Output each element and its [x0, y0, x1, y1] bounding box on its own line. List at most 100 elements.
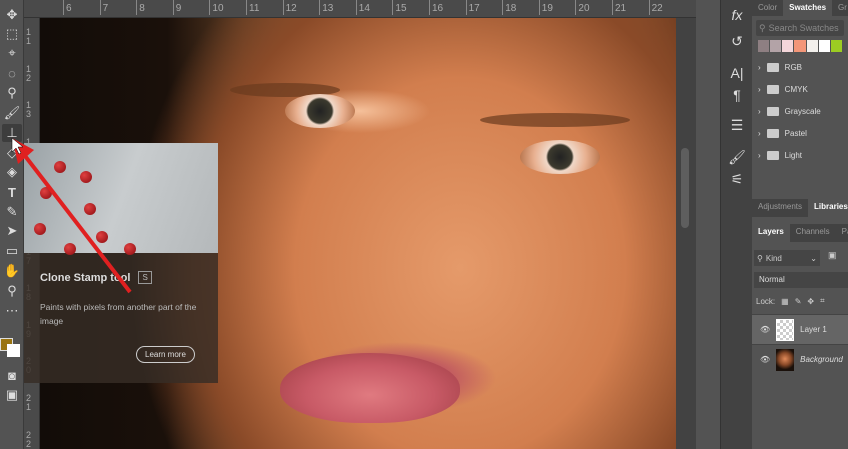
tools-panel: ✥ ⬚ ⌖ ◌ ⚲ 🖌 ⊥ ◇ ◈ T ✎ ➤ ▭ ✋ ⚲ ⋯ ◙ ▣	[0, 0, 24, 449]
background-color-swatch[interactable]	[7, 344, 20, 357]
tooltip-preview-image	[24, 143, 218, 255]
tab-libraries[interactable]: Libraries	[808, 199, 848, 217]
folder-icon	[766, 84, 779, 94]
tab-paths[interactable]: Pa	[836, 224, 848, 242]
swatch[interactable]	[818, 40, 830, 52]
swatch[interactable]	[830, 40, 842, 52]
folder-icon	[766, 150, 779, 160]
lock-transparency-icon[interactable]: ▦	[781, 297, 789, 306]
swatch-group-light[interactable]: › Light	[752, 144, 848, 166]
layer-row[interactable]: 👁 Layer 1	[752, 314, 848, 344]
pen-tool-icon[interactable]: ✎	[2, 203, 22, 221]
paragraph-icon[interactable]: ¶	[725, 84, 749, 106]
tab-color[interactable]: Color	[752, 0, 783, 16]
ruler-tick-label: 14	[355, 0, 370, 15]
move-tool-icon[interactable]: ✥	[2, 6, 22, 24]
layer-row[interactable]: 👁 Background	[752, 344, 848, 374]
swatches-search[interactable]: ⚲ Search Swatches	[756, 20, 844, 36]
tab-layers[interactable]: Layers	[752, 224, 790, 242]
layer-name: Background	[800, 355, 843, 364]
layer-name: Layer 1	[800, 325, 827, 334]
ruler-tick-label: 8	[136, 0, 145, 15]
ruler-tick-label: 15	[392, 0, 407, 15]
more-tools-icon[interactable]: ⋯	[2, 302, 22, 320]
ruler-tick-label: 20	[575, 0, 590, 15]
image-eye	[520, 140, 600, 174]
ruler-tick-label: 11	[245, 0, 260, 15]
folder-icon	[766, 62, 779, 72]
ruler-tick-label: 21	[611, 0, 627, 15]
vertical-scrollbar[interactable]	[676, 18, 696, 449]
visibility-eye-icon[interactable]: 👁	[760, 325, 770, 334]
swatch-group-pastel[interactable]: › Pastel	[752, 122, 848, 144]
fx-styles-icon[interactable]: fx	[725, 4, 749, 26]
clone-stamp-tool-icon[interactable]: ⊥	[2, 124, 22, 142]
lock-label: Lock:	[756, 296, 776, 306]
search-icon: ⚲	[759, 22, 766, 33]
tooltip-description: Paints with pixels from another part of …	[40, 302, 197, 326]
swatch-group-rgb[interactable]: › RGB	[752, 56, 848, 78]
swatch-group-cmyk[interactable]: › CMYK	[752, 78, 848, 100]
layer-filter-kind[interactable]: ⚲ Kind ⌄	[754, 250, 820, 266]
type-tool-icon[interactable]: T	[2, 183, 22, 201]
blend-mode-select[interactable]: Normal	[754, 272, 848, 288]
marquee-tool-icon[interactable]: ⬚	[2, 25, 22, 43]
filter-image-icon[interactable]: ▣	[828, 250, 837, 261]
quick-selection-tool-icon[interactable]: ◌	[2, 64, 22, 82]
ruler-tick-label: 22	[26, 429, 32, 449]
zoom-tool-icon[interactable]: ⚲	[2, 282, 22, 300]
panel-icon-strip: fx ↺ A| ¶ ☰ 🖌 ⚟	[720, 0, 752, 449]
ruler-tick-label: 7	[99, 0, 109, 15]
visibility-eye-icon[interactable]: 👁	[760, 355, 770, 364]
layer-thumbnail	[776, 318, 795, 341]
tab-adjustments[interactable]: Adjustments	[752, 199, 808, 217]
lock-position-icon[interactable]: ✥	[807, 297, 814, 306]
tool-presets-icon[interactable]: ⚟	[725, 168, 749, 190]
ruler-tick-label: 22	[648, 0, 663, 15]
eraser-tool-icon[interactable]: ◇	[2, 144, 22, 162]
hand-tool-icon[interactable]: ✋	[2, 262, 22, 280]
character-icon[interactable]: A|	[725, 62, 749, 84]
swatch[interactable]	[770, 40, 782, 52]
lasso-tool-icon[interactable]: ⌖	[2, 44, 22, 62]
screen-mode-icon[interactable]: ▣	[2, 386, 22, 404]
ruler-tick-label: 12	[26, 63, 32, 83]
ruler-tick-label: 10	[209, 0, 224, 15]
paint-bucket-tool-icon[interactable]: ◈	[2, 163, 22, 181]
folder-icon	[766, 128, 779, 138]
ruler-tick-label: 6	[63, 0, 72, 15]
rectangle-tool-icon[interactable]: ▭	[2, 242, 22, 260]
brush-settings-icon[interactable]: 🖌	[725, 146, 749, 168]
swatches-search-input[interactable]: Search Swatches	[769, 23, 839, 33]
lock-pixels-icon[interactable]: ✎	[795, 297, 802, 306]
recent-swatches	[758, 40, 842, 52]
path-selection-tool-icon[interactable]: ➤	[2, 222, 22, 240]
kind-label: Kind	[765, 253, 782, 263]
group-label: RGB	[784, 62, 803, 72]
ruler-tick-label: 11	[26, 27, 32, 46]
right-panels: Color Swatches Gr ⚲ Search Swatches › RGB …	[752, 0, 848, 449]
swatch[interactable]	[806, 40, 818, 52]
tab-channels[interactable]: Channels	[790, 224, 836, 242]
tab-swatches[interactable]: Swatches	[783, 0, 833, 16]
ruler-tick-label: 12	[282, 0, 297, 15]
adjustments-icon[interactable]: ☰	[725, 114, 749, 136]
layer-thumbnail	[776, 348, 795, 371]
history-icon[interactable]: ↺	[725, 30, 749, 52]
swatch-group-grayscale[interactable]: › Grayscale	[752, 100, 848, 122]
learn-more-button[interactable]: Learn more	[136, 346, 195, 363]
brush-tool-icon[interactable]: 🖌	[2, 104, 22, 122]
ruler-tick-label: 16	[428, 0, 444, 15]
lock-artboard-icon[interactable]: ⌗	[820, 296, 825, 306]
ruler-tick-label: 13	[319, 0, 334, 15]
image-brow	[480, 113, 630, 127]
horizontal-ruler: 6 7 8 9 10 11 12 13 14 15 16 17 18 19 20 21 22	[24, 0, 696, 18]
swatch[interactable]	[758, 40, 770, 52]
swatch[interactable]	[782, 40, 794, 52]
tab-gradients[interactable]: Gr	[832, 0, 848, 16]
quick-mask-icon[interactable]: ◙	[2, 366, 22, 384]
folder-icon	[766, 106, 779, 116]
eyedropper-tool-icon[interactable]: ⚲	[2, 84, 22, 102]
swatch[interactable]	[794, 40, 806, 52]
group-label: Pastel	[784, 128, 807, 138]
